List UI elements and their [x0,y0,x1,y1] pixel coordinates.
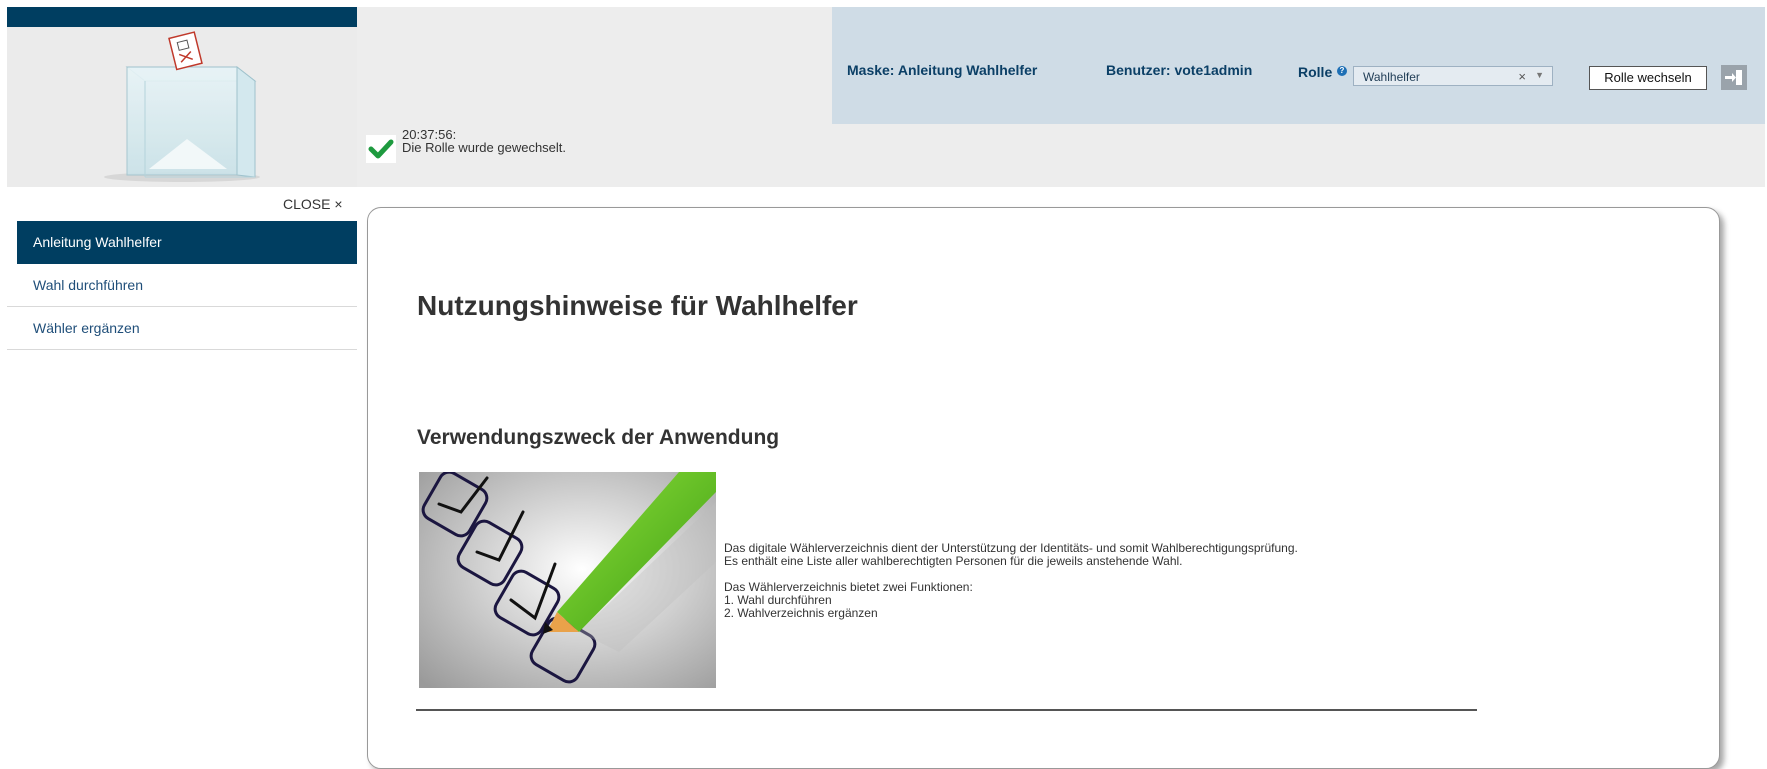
clear-icon[interactable]: × [1518,69,1526,84]
sidebar-item-anleitung-wahlhelfer[interactable]: Anleitung Wahlhelfer [17,221,357,264]
sidebar-item-wahl-durchfuehren[interactable]: Wahl durchführen [7,264,357,307]
brand-stripe [7,7,357,27]
logo-panel [7,7,357,187]
mask-label: Maske: Anleitung Wahlhelfer [847,62,1038,78]
sidebar-item-waehler-ergaenzen[interactable]: Wähler ergänzen [7,307,357,350]
sidebar-nav: Anleitung Wahlhelfer Wahl durchführen Wä… [7,221,357,350]
logout-button[interactable] [1721,65,1747,90]
ballot-box-logo [104,31,260,182]
description-line-2: Es enthält eine Liste aller wahlberechti… [724,554,1183,568]
page-title: Nutzungshinweise für Wahlhelfer [417,290,858,321]
role-label: Rolle [1298,64,1333,80]
role-select-value: Wahlhelfer [1363,70,1420,84]
message-text: Die Rolle wurde gewechselt. [402,140,567,155]
user-label: Benutzer: vote1admin [1106,62,1253,78]
section-divider [416,709,1477,711]
section-title: Verwendungszweck der Anwendung [417,426,780,449]
checkmark-icon [366,135,396,163]
sidebar-close-link[interactable]: CLOSE × [283,196,343,212]
function-item-2: 2. Wahlverzeichnis ergänzen [724,606,878,620]
help-icon[interactable]: ? [1337,66,1347,76]
role-select[interactable]: Wahlhelfer × ▼ [1353,66,1553,86]
switch-role-button[interactable]: Rolle wechseln [1589,66,1707,90]
logout-icon [1725,70,1742,85]
content-panel: Nutzungshinweise für Wahlhelfer Verwendu… [367,207,1720,769]
checklist-illustration [419,472,716,688]
description-text: Das digitale Wählerverzeichnis dient der… [724,542,1298,620]
caret-down-icon[interactable]: ▼ [1535,70,1544,80]
